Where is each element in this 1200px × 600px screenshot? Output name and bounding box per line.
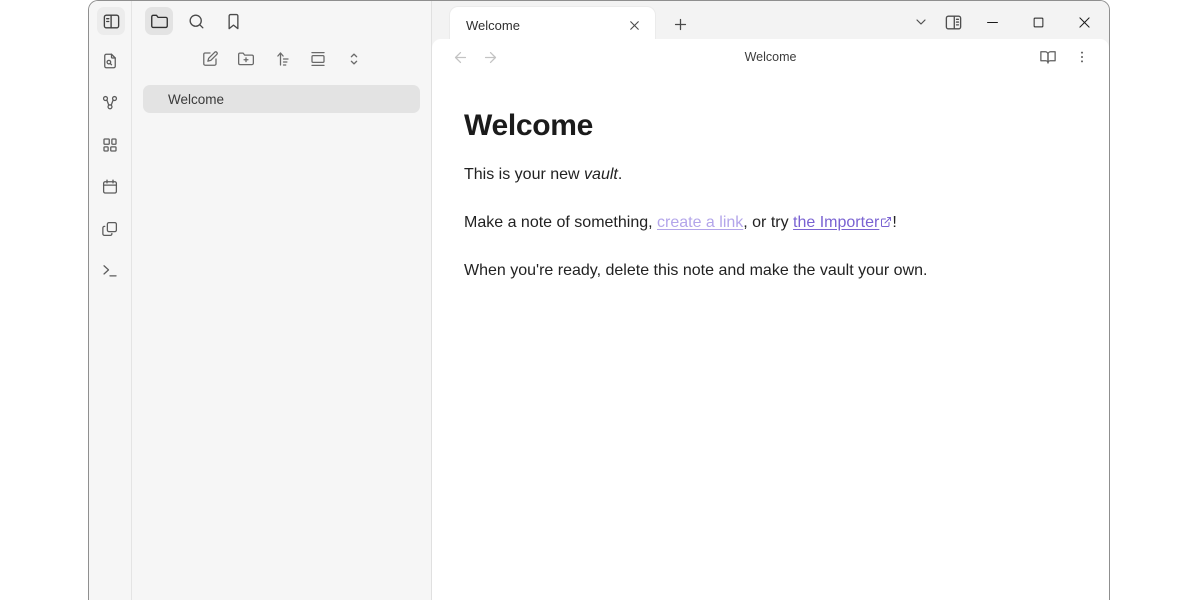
templates-button[interactable]: [96, 215, 124, 243]
tab-welcome[interactable]: Welcome: [449, 6, 656, 43]
ribbon-actions: [89, 47, 131, 285]
left-sidebar-toggle-button[interactable]: [97, 7, 125, 35]
sort-order-icon: [273, 50, 291, 68]
window-close-icon: [1076, 14, 1093, 31]
note-title: Welcome: [464, 109, 1032, 143]
more-options-kebab-icon: [1074, 49, 1090, 65]
main-workspace: Welcome: [432, 1, 1109, 600]
note-content[interactable]: Welcome This is your new vault. Make a n…: [432, 75, 1072, 283]
tabbar-right-controls: [905, 1, 1109, 43]
p2-mid-text: , or try: [743, 214, 793, 231]
templates-copy-icon: [101, 220, 119, 238]
file-explorer-sidebar: Welcome: [132, 1, 432, 600]
graph-view-icon: [101, 94, 119, 112]
history-nav: [448, 45, 502, 69]
sidebar-tab-search[interactable]: [182, 7, 210, 35]
daily-note-calendar-icon: [101, 178, 119, 196]
reading-view-book-icon: [1039, 48, 1057, 66]
create-a-link-link[interactable]: create a link: [657, 214, 743, 231]
editor-pane: Welcome: [432, 39, 1109, 600]
canvas-button[interactable]: [96, 131, 124, 159]
daily-note-button[interactable]: [96, 173, 124, 201]
panel-right-toggle-icon: [944, 13, 963, 32]
file-list: Welcome: [132, 77, 431, 113]
file-item-welcome[interactable]: Welcome: [143, 85, 420, 113]
minimize-icon: [984, 14, 1001, 31]
more-options-button[interactable]: [1069, 45, 1095, 69]
p2-text: Make a note of something,: [464, 214, 657, 231]
note-paragraph-1: This is your new vault.: [464, 163, 1032, 186]
expand-collapse-button[interactable]: [341, 46, 367, 72]
new-folder-button[interactable]: [233, 46, 259, 72]
note-paragraph-3: When you're ready, delete this note and …: [464, 259, 1032, 282]
sort-order-button[interactable]: [269, 46, 295, 72]
quick-switcher-icon: [101, 52, 119, 70]
tab-list-chevron-icon: [913, 14, 929, 30]
view-header-title: Welcome: [432, 50, 1109, 64]
right-sidebar-toggle-button[interactable]: [937, 7, 969, 37]
back-arrow-icon: [452, 49, 469, 66]
new-tab-button[interactable]: [665, 9, 695, 39]
file-item-label: Welcome: [168, 92, 224, 107]
sidebar-tab-bookmarks[interactable]: [219, 7, 247, 35]
obsidian-window: Welcome Welcome: [88, 0, 1110, 600]
maximize-icon: [1031, 15, 1046, 30]
bookmarks-icon: [224, 12, 243, 31]
view-actions: [1035, 45, 1095, 69]
new-folder-icon: [237, 50, 255, 68]
quick-switcher-button[interactable]: [96, 47, 124, 75]
new-note-button[interactable]: [197, 46, 223, 72]
back-button[interactable]: [448, 45, 472, 69]
auto-reveal-button[interactable]: [305, 46, 331, 72]
tab-title: Welcome: [466, 18, 623, 33]
window-close-button[interactable]: [1061, 2, 1107, 42]
p1-italic: vault: [584, 166, 618, 183]
tab-list-button[interactable]: [905, 7, 937, 37]
tab-bar: Welcome: [432, 1, 1109, 43]
p1-period: .: [618, 166, 622, 183]
forward-button[interactable]: [478, 45, 502, 69]
note-paragraph-2: Make a note of something, create a link,…: [464, 211, 1032, 234]
new-tab-icon: [672, 16, 689, 33]
new-note-icon: [201, 50, 219, 68]
expand-collapse-icon: [345, 50, 363, 68]
reading-view-button[interactable]: [1035, 45, 1061, 69]
search-icon: [187, 12, 206, 31]
canvas-icon: [101, 136, 119, 154]
files-folder-icon: [150, 12, 169, 31]
sidebar-tab-files[interactable]: [145, 7, 173, 35]
forward-arrow-icon: [482, 49, 499, 66]
external-link-icon: [880, 216, 892, 228]
ribbon: [89, 1, 132, 600]
maximize-button[interactable]: [1015, 2, 1061, 42]
command-palette-terminal-icon: [101, 262, 119, 280]
p1-text: This is your new: [464, 166, 584, 183]
minimize-button[interactable]: [969, 2, 1015, 42]
view-header: Welcome: [432, 39, 1109, 75]
p2-exclaim: !: [892, 214, 896, 231]
tab-close-icon: [627, 18, 642, 33]
importer-link[interactable]: the Importer: [793, 214, 879, 231]
graph-view-button[interactable]: [96, 89, 124, 117]
command-palette-button[interactable]: [96, 257, 124, 285]
sidebar-tab-headers: [132, 1, 431, 41]
explorer-toolbar: [132, 41, 431, 77]
tab-close-button[interactable]: [623, 14, 645, 36]
auto-reveal-icon: [309, 50, 327, 68]
panel-left-toggle-icon: [102, 12, 121, 31]
